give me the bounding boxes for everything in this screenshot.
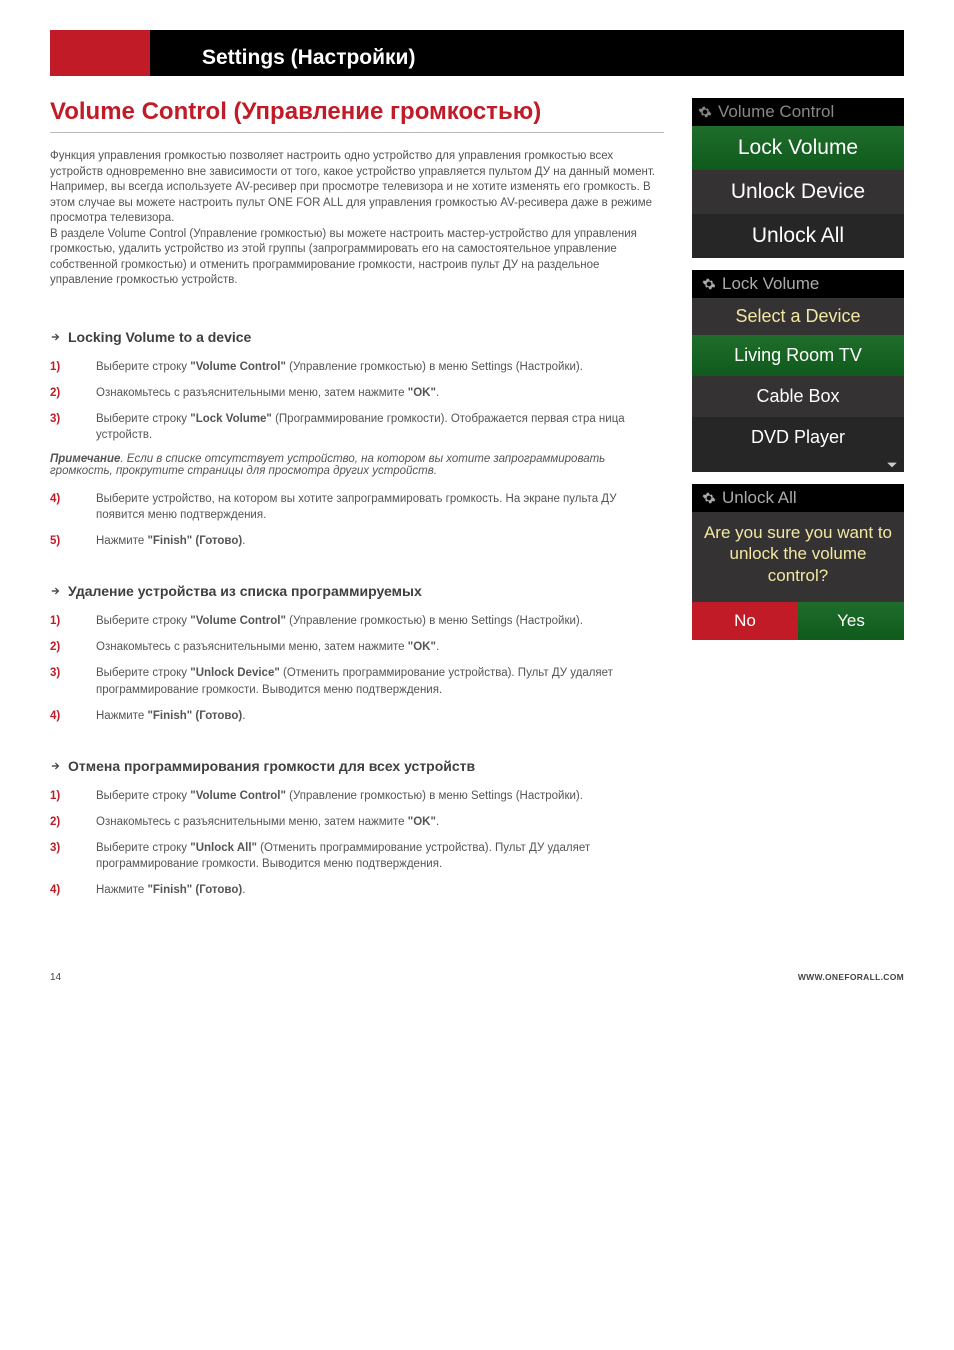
screen-lock-volume: Lock Volume Select a Device Living Room … xyxy=(692,270,904,472)
step-item: 2)Ознакомьтесь с разъяснительными меню, … xyxy=(50,639,664,655)
screen-unlock-all: Unlock All Are you sure you want to unlo… xyxy=(692,484,904,640)
step-item: 2)Ознакомьтесь с разъяснительными меню, … xyxy=(50,814,664,830)
step-item: 1)Выберите строку "Volume Control" (Упра… xyxy=(50,613,664,629)
step-text: Выберите устройство, на котором вы хотит… xyxy=(96,491,664,523)
step-item: 4)Выберите устройство, на котором вы хот… xyxy=(50,491,664,523)
confirm-question: Are you sure you want to unlock the volu… xyxy=(692,512,904,596)
section-header-title: Settings (Настройки) xyxy=(202,46,415,70)
step-text: Выберите строку "Lock Volume" (Программи… xyxy=(96,411,664,443)
step-item: 3)Выберите строку "Lock Volume" (Програм… xyxy=(50,411,664,443)
step-number: 3) xyxy=(50,840,96,872)
step-text: Выберите строку "Volume Control" (Управл… xyxy=(96,613,664,629)
step-item: 2)Ознакомьтесь с разъяснительными меню, … xyxy=(50,385,664,401)
step-number: 1) xyxy=(50,788,96,804)
note-text: Примечание. Если в списке отсутствует ус… xyxy=(50,453,664,477)
device-item-living-room-tv[interactable]: Living Room TV xyxy=(692,335,904,376)
subheading-remove-device: Удаление устройства из списка программир… xyxy=(50,583,664,599)
screen-header-text: Volume Control xyxy=(718,102,834,122)
main-content-column: Volume Control (Управление громкостью) Ф… xyxy=(50,98,664,932)
screen-header-text: Lock Volume xyxy=(722,274,819,294)
page-footer: 14 WWW.ONEFORALL.COM xyxy=(50,972,904,983)
screen-previews-column: Volume Control Lock Volume Unlock Device… xyxy=(692,98,904,932)
arrow-right-icon xyxy=(50,331,62,343)
step-number: 1) xyxy=(50,359,96,375)
device-item-cable-box[interactable]: Cable Box xyxy=(692,376,904,417)
intro-paragraph: Функция управления громкостью позволяет … xyxy=(50,149,664,289)
step-number: 1) xyxy=(50,613,96,629)
steps-locking: 1)Выберите строку "Volume Control" (Упра… xyxy=(50,359,664,550)
subheading-remove-text: Удаление устройства из списка программир… xyxy=(68,583,422,599)
step-item: 1)Выберите строку "Volume Control" (Упра… xyxy=(50,359,664,375)
page-title: Volume Control (Управление громкостью) xyxy=(50,98,664,133)
step-number: 3) xyxy=(50,411,96,443)
step-text: Ознакомьтесь с разъяснительными меню, за… xyxy=(96,814,664,830)
scroll-down-icon[interactable] xyxy=(692,458,904,472)
footer-url: WWW.ONEFORALL.COM xyxy=(798,972,904,983)
step-number: 5) xyxy=(50,533,96,549)
step-text: Ознакомьтесь с разъяснительными меню, за… xyxy=(96,385,664,401)
subheading-unlock-all-text: Отмена программирования громкости для вс… xyxy=(68,758,475,774)
device-item-dvd-player[interactable]: DVD Player xyxy=(692,417,904,458)
step-number: 2) xyxy=(50,639,96,655)
step-text: Ознакомьтесь с разъяснительными меню, за… xyxy=(96,639,664,655)
steps-remove: 1)Выберите строку "Volume Control" (Упра… xyxy=(50,613,664,723)
subheading-unlock-all: Отмена программирования громкости для вс… xyxy=(50,758,664,774)
no-button[interactable]: No xyxy=(692,602,798,640)
step-item: 5)Нажмите "Finish" (Готово). xyxy=(50,533,664,549)
subheading-locking: Locking Volume to a device xyxy=(50,329,664,345)
step-item: 4)Нажмите "Finish" (Готово). xyxy=(50,882,664,898)
step-item: 3)Выберите строку "Unlock Device" (Отмен… xyxy=(50,665,664,697)
step-text: Нажмите "Finish" (Готово). xyxy=(96,882,664,898)
step-number: 4) xyxy=(50,708,96,724)
screen-header: Unlock All xyxy=(692,484,904,512)
arrow-right-icon xyxy=(50,585,62,597)
menu-item-unlock-all[interactable]: Unlock All xyxy=(692,214,904,258)
intro-text-2: В разделе Volume Control (Управление гро… xyxy=(50,228,637,287)
gear-icon xyxy=(702,277,716,291)
step-text: Выберите строку "Volume Control" (Управл… xyxy=(96,359,664,375)
arrow-right-icon xyxy=(50,760,62,772)
page-number: 14 xyxy=(50,972,61,983)
menu-item-lock-volume[interactable]: Lock Volume xyxy=(692,126,904,170)
menu-item-unlock-device[interactable]: Unlock Device xyxy=(692,170,904,214)
gear-icon xyxy=(702,491,716,505)
confirm-buttons: No Yes xyxy=(692,602,904,640)
steps-unlock-all: 1)Выберите строку "Volume Control" (Упра… xyxy=(50,788,664,898)
intro-text-1: Функция управления громкостью позволяет … xyxy=(50,150,655,224)
subheading-locking-text: Locking Volume to a device xyxy=(68,329,251,345)
step-text: Нажмите "Finish" (Готово). xyxy=(96,708,664,724)
step-number: 4) xyxy=(50,882,96,898)
step-item: 3)Выберите строку "Unlock All" (Отменить… xyxy=(50,840,664,872)
step-number: 2) xyxy=(50,814,96,830)
screen-header: Volume Control xyxy=(692,98,904,126)
step-item: 4)Нажмите "Finish" (Готово). xyxy=(50,708,664,724)
step-text: Выберите строку "Unlock Device" (Отменит… xyxy=(96,665,664,697)
red-tab-block xyxy=(50,30,150,76)
yes-button[interactable]: Yes xyxy=(798,602,904,640)
screen-header-text: Unlock All xyxy=(722,488,797,508)
screen-volume-control: Volume Control Lock Volume Unlock Device… xyxy=(692,98,904,258)
screen-header: Lock Volume xyxy=(692,270,904,298)
section-header-bar: Settings (Настройки) xyxy=(50,30,904,76)
select-device-prompt: Select a Device xyxy=(692,298,904,335)
step-text: Выберите строку "Volume Control" (Управл… xyxy=(96,788,664,804)
step-item: 1)Выберите строку "Volume Control" (Упра… xyxy=(50,788,664,804)
step-number: 3) xyxy=(50,665,96,697)
step-number: 4) xyxy=(50,491,96,523)
step-number: 2) xyxy=(50,385,96,401)
step-text: Выберите строку "Unlock All" (Отменить п… xyxy=(96,840,664,872)
step-text: Нажмите "Finish" (Готово). xyxy=(96,533,664,549)
gear-icon xyxy=(698,105,712,119)
